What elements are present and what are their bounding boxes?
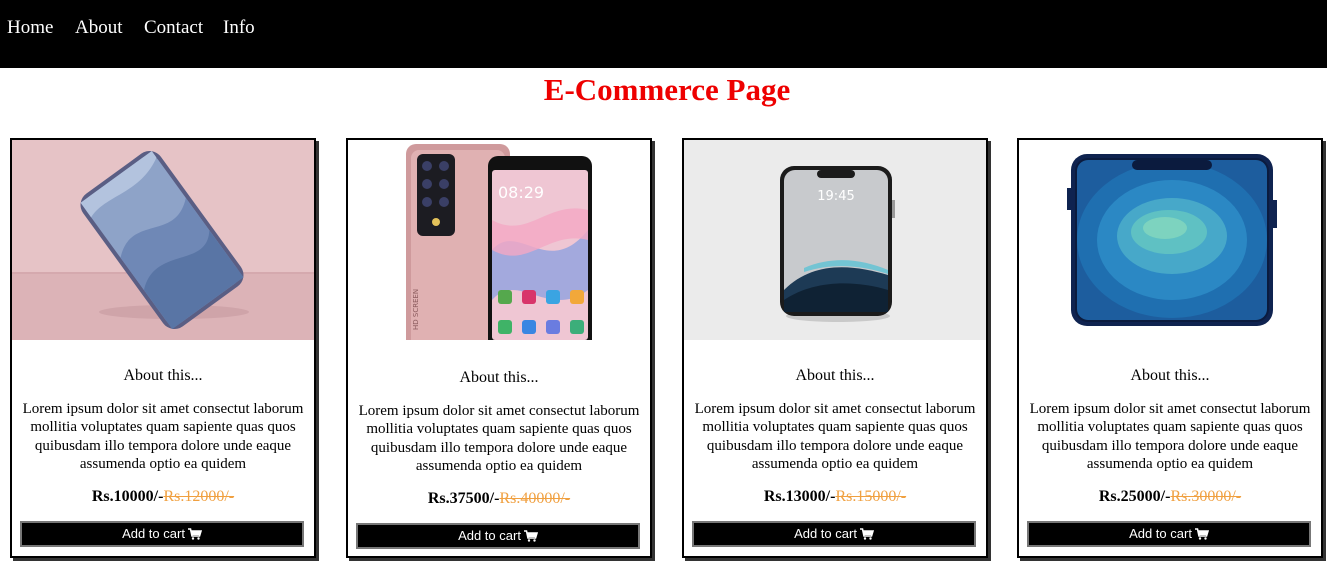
add-to-cart-label: Add to cart <box>1129 526 1192 541</box>
product-image <box>12 140 314 340</box>
nav-contact-link[interactable]: Contact <box>144 17 203 39</box>
add-to-cart-button[interactable]: Add to cart <box>20 521 304 547</box>
product-card: About this... Lorem ipsum dolor sit amet… <box>10 138 316 558</box>
add-to-cart-label: Add to cart <box>458 528 521 543</box>
product-image <box>1019 140 1321 340</box>
old-price: Rs.15000/- <box>835 488 907 505</box>
current-price: Rs.13000/- <box>763 488 836 505</box>
top-navbar: Home About Contact Info <box>0 0 1327 68</box>
phone-image-icon <box>12 140 314 340</box>
cart-icon <box>523 530 538 542</box>
add-to-cart-button[interactable]: Add to cart <box>1027 521 1311 547</box>
product-description: Lorem ipsum dolor sit amet consectut lab… <box>358 403 640 474</box>
cart-icon <box>1194 528 1209 540</box>
nav-about-link[interactable]: About <box>75 17 123 39</box>
product-about: About this... <box>1130 367 1210 384</box>
product-image: 19:45 <box>684 140 986 340</box>
product-description: Lorem ipsum dolor sit amet consectut lab… <box>22 401 304 472</box>
hd-screen-label: HD SCREEN <box>412 289 420 330</box>
product-price: Rs.13000/-Rs.15000/- <box>684 487 986 507</box>
nav-home-link[interactable]: Home <box>7 17 53 39</box>
add-to-cart-button[interactable]: Add to cart <box>692 521 976 547</box>
phone-clock: 19:45 <box>817 189 854 204</box>
cart-icon <box>187 528 202 540</box>
product-card: HD SCREEN 08:29 About this... Lorem ipsu… <box>346 138 652 558</box>
product-card: 19:45 About this... Lorem ipsum dolor si… <box>682 138 988 558</box>
product-about: About this... <box>459 369 539 386</box>
phone-image-icon: HD SCREEN 08:29 <box>348 140 650 340</box>
current-price: Rs.25000/- <box>1098 488 1171 505</box>
nav-info-link[interactable]: Info <box>223 17 255 39</box>
current-price: Rs.10000/- <box>91 488 164 505</box>
product-about: About this... <box>123 367 203 384</box>
add-to-cart-button[interactable]: Add to cart <box>356 523 640 549</box>
phone-clock: 08:29 <box>498 183 544 202</box>
phone-image-icon: 19:45 <box>684 140 986 340</box>
product-price: Rs.10000/-Rs.12000/- <box>12 487 314 507</box>
old-price: Rs.12000/- <box>163 488 235 505</box>
phone-image-icon <box>1019 140 1321 340</box>
product-description: Lorem ipsum dolor sit amet consectut lab… <box>694 401 976 472</box>
product-price: Rs.37500/-Rs.40000/- <box>348 489 650 509</box>
add-to-cart-label: Add to cart <box>794 526 857 541</box>
product-card: About this... Lorem ipsum dolor sit amet… <box>1017 138 1323 558</box>
old-price: Rs.30000/- <box>1170 488 1242 505</box>
old-price: Rs.40000/- <box>499 490 571 507</box>
current-price: Rs.37500/- <box>427 490 500 507</box>
product-description: Lorem ipsum dolor sit amet consectut lab… <box>1029 401 1311 472</box>
product-image: HD SCREEN 08:29 <box>348 140 650 340</box>
page-title: E-Commerce Page <box>543 72 791 107</box>
add-to-cart-label: Add to cart <box>122 526 185 541</box>
product-price: Rs.25000/-Rs.30000/- <box>1019 487 1321 507</box>
product-about: About this... <box>795 367 875 384</box>
cart-icon <box>859 528 874 540</box>
